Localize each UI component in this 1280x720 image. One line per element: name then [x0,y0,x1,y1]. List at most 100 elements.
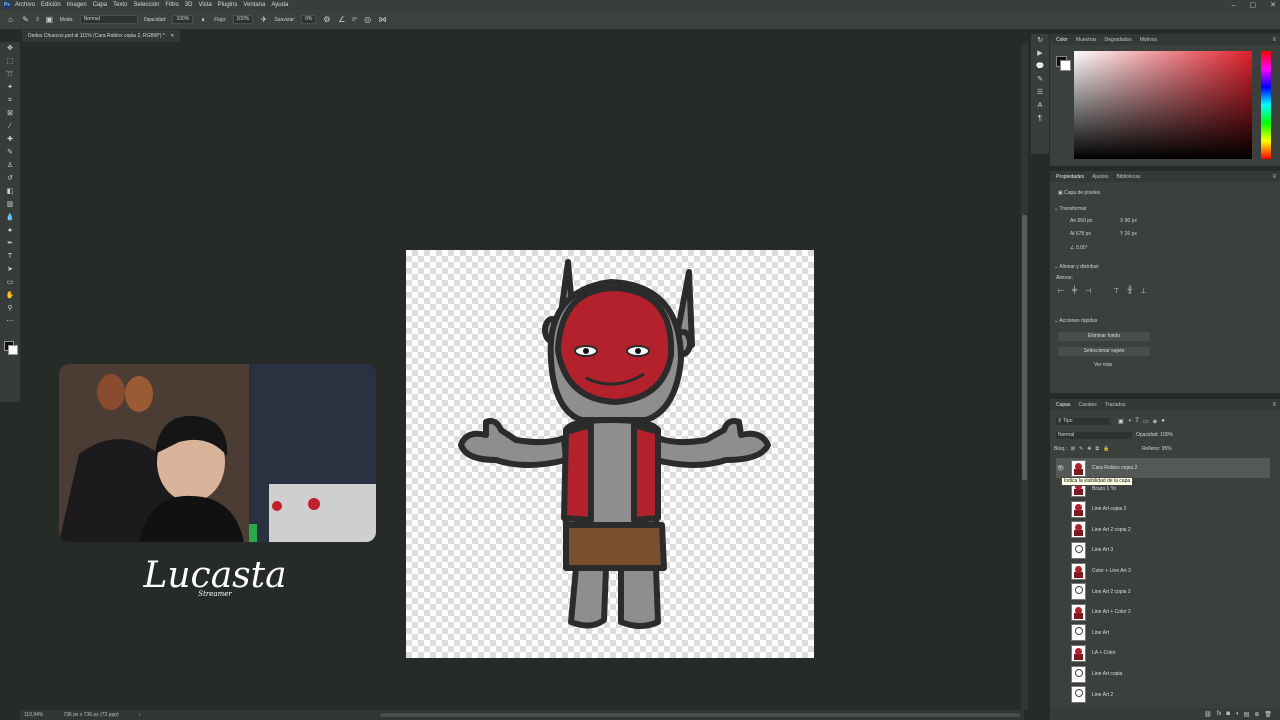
tab-swatches[interactable]: Muestras [1076,37,1097,43]
lasso-tool-icon[interactable]: ➰ [0,68,20,81]
status-arrow-icon[interactable]: › [139,712,141,718]
align-center-h-icon[interactable]: ╪ [1072,287,1077,295]
paragraph-icon[interactable]: ¶ [1031,112,1049,125]
lock-transparency-icon[interactable]: ⊠ [1071,446,1075,452]
home-icon[interactable]: ⌂ [6,15,15,24]
layer-name[interactable]: Line Art 2 [1092,692,1113,698]
align-section[interactable]: ⌄ Alinear y distribuir [1054,264,1099,270]
menu-3d[interactable]: 3D [185,2,193,8]
see-more-link[interactable]: Ver más [1094,362,1112,368]
tab-channels[interactable]: Canales [1078,402,1096,408]
height-field[interactable]: Al 678 px [1070,231,1091,237]
rectangle-icon[interactable]: ▭ [0,276,20,289]
layer-fill-value[interactable]: 95% [1162,446,1172,452]
filter-pixel-icon[interactable]: ▣ [1118,418,1124,425]
layer-name[interactable]: Color + Line Art 3 [1092,568,1131,574]
panel-menu-icon[interactable]: ≡ [1272,174,1276,180]
quick-actions-section[interactable]: ⌄ Acciones rápidas [1054,318,1097,324]
menu-vista[interactable]: Vista [198,2,211,8]
x-field[interactable]: X 90 px [1120,218,1137,224]
layer-row[interactable]: 👁 Cara Roblox copia 2 [1056,458,1270,478]
angle-value[interactable]: 0,00° [1076,245,1088,251]
eye-icon[interactable]: 👁 [1056,465,1065,472]
tab-properties[interactable]: Propiedades [1056,174,1084,180]
layer-filter-select[interactable]: ⚲ Tipo [1056,418,1110,425]
horizontal-scrollbar[interactable] [380,713,1020,717]
close-icon[interactable]: ✕ [1270,1,1276,9]
marquee-tool-icon[interactable]: ⬚ [0,55,20,68]
tab-patterns[interactable]: Motivos [1140,37,1157,43]
maximize-icon[interactable]: ▢ [1250,1,1257,9]
document-canvas[interactable] [406,250,814,658]
align-bottom-icon[interactable]: ⊥ [1140,287,1146,295]
layer-fill[interactable]: Relleno: 95% [1142,446,1172,452]
brush-size[interactable]: 3 [36,17,39,23]
layer-name[interactable]: Line Art [1092,630,1109,636]
y-field[interactable]: Y 26 px [1120,231,1137,237]
layer-row[interactable]: Color + Line Art 3 [1056,561,1270,581]
type-tool-icon[interactable]: T [0,250,20,263]
gear-icon[interactable]: ⚙ [322,15,331,24]
layer-name[interactable]: LA + Color [1092,650,1116,656]
tab-paths[interactable]: Trazados [1105,402,1126,408]
history-brush-icon[interactable]: ↺ [0,172,20,185]
layer-row[interactable]: Line Art 2 [1056,685,1270,705]
vertical-scroll-thumb[interactable] [1022,215,1027,480]
filter-toggle-icon[interactable]: ● [1161,418,1165,425]
layer-row[interactable]: Line Art 2 copia 2 [1056,582,1270,602]
menu-texto[interactable]: Texto [113,2,127,8]
link-layers-icon[interactable]: ⛓ [1204,711,1212,718]
width-field[interactable]: An 560 px [1070,218,1093,224]
menu-edicion[interactable]: Edición [41,2,61,8]
layer-name[interactable]: Line Art + Color 2 [1092,609,1131,615]
layer-row[interactable]: Line Art + Color 2 [1056,602,1270,622]
frame-tool-icon[interactable]: ⊠ [0,107,20,120]
lock-pixels-icon[interactable]: ✎ [1079,446,1083,452]
flow-input[interactable]: 100% [232,15,254,24]
tab-adjustments[interactable]: Ajustes [1092,174,1108,180]
menu-filtro[interactable]: Filtro [165,2,178,8]
layer-mask-icon[interactable]: ◙ [1226,711,1230,717]
opacity-input[interactable]: 100% [172,15,194,24]
filter-smart-icon[interactable]: ◈ [1153,418,1158,425]
filter-shape-icon[interactable]: ▭ [1143,418,1149,425]
layer-style-icon[interactable]: fx [1217,711,1222,717]
minimize-icon[interactable]: – [1232,2,1236,9]
blur-icon[interactable]: 💧 [0,211,20,224]
menu-archivo[interactable]: Archivo [15,2,35,8]
close-tab-icon[interactable]: ✕ [170,33,174,39]
hand-tool-icon[interactable]: ✋ [0,289,20,302]
comments-icon[interactable]: 💬 [1031,60,1049,73]
lock-artboard-icon[interactable]: ⧉ [1095,446,1099,452]
menu-ayuda[interactable]: Ayuda [271,2,288,8]
tab-layers[interactable]: Capas [1056,402,1070,408]
menu-ventana[interactable]: Ventana [243,2,265,8]
history-icon[interactable]: ↻ [1031,34,1049,47]
character-icon[interactable]: A [1031,99,1049,112]
healing-brush-icon[interactable]: ✚ [0,133,20,146]
layer-name[interactable]: Brazo 1 Yo [1092,486,1116,492]
mode-select[interactable]: Normal [79,15,138,24]
menu-capa[interactable]: Capa [93,2,107,8]
clone-stamp-icon[interactable]: ♙ [0,159,20,172]
zoom-level[interactable]: 110,94% [24,712,43,718]
width-value[interactable]: 560 px [1078,218,1093,224]
new-layer-icon[interactable]: ⊕ [1254,711,1259,718]
gradient-icon[interactable]: ▥ [0,198,20,211]
layer-row[interactable]: Line Art 2 copia 2 [1056,520,1270,540]
layer-opacity-value[interactable]: 100% [1160,432,1173,438]
align-top-icon[interactable]: ⊤ [1113,287,1119,295]
eraser-icon[interactable]: ◧ [0,185,20,198]
magic-wand-icon[interactable]: ✦ [0,81,20,94]
document-tab[interactable]: Dedos Chuecos.psd al 111% (Cara Roblox c… [22,30,181,42]
menu-seleccion[interactable]: Selección [133,2,159,8]
select-subject-button[interactable]: Seleccionar sujeto [1058,347,1150,356]
symmetry-icon[interactable]: ⋈ [378,15,387,24]
path-select-icon[interactable]: ➤ [0,263,20,276]
layer-name[interactable]: Cara Roblox copia 2 [1092,465,1137,471]
lock-position-icon[interactable]: ✥ [1087,446,1091,452]
filter-type-icon[interactable]: T [1135,418,1139,425]
transform-section[interactable]: ⌄ Transformar [1054,206,1087,212]
filter-adjustment-icon[interactable]: ◑ [1128,418,1132,425]
align-center-v-icon[interactable]: ╫ [1127,287,1132,295]
